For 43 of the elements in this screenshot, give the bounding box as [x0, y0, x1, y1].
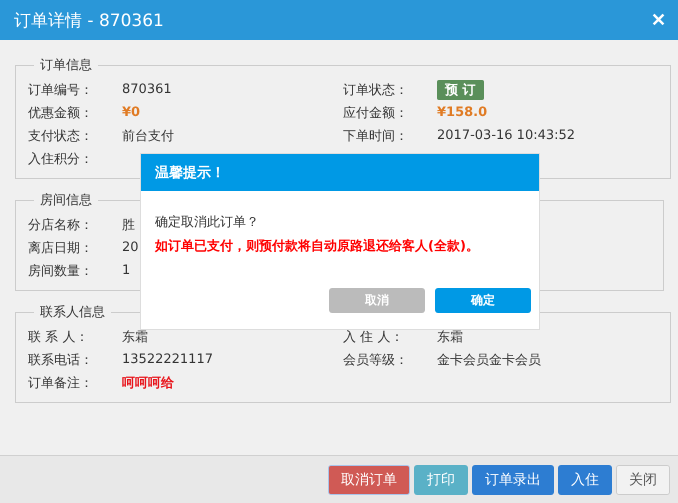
field-label: 分店名称：	[28, 216, 94, 234]
field-label: 离店日期：	[28, 240, 94, 256]
field-value: 呵呵呵给	[122, 374, 174, 392]
action-button[interactable]: 订单录出	[472, 464, 554, 494]
field-value: 东霜	[437, 328, 463, 346]
field-value: 金卡会员金卡会员	[437, 352, 541, 368]
field-value: 东霜	[122, 328, 148, 346]
dialog-message: 确定取消此订单？	[155, 214, 260, 231]
field-value: 870361	[122, 82, 172, 97]
warning-message: 如订单已支付，则预付款将自动原路退还给客人(全款)。	[155, 238, 480, 255]
dialog-title: 温馨提示！	[155, 164, 225, 182]
action-button[interactable]: 入住	[558, 464, 612, 494]
field-value: ¥158.0	[437, 105, 488, 120]
close-button[interactable]: ✕	[649, 9, 668, 31]
field-value: 2017-03-16 10:43:52	[437, 128, 576, 143]
field-value: 1	[122, 263, 130, 278]
field-value: 20	[122, 240, 139, 255]
cancel-order-button[interactable]: 取消订单	[328, 464, 410, 494]
field-value: 前台支付	[122, 128, 174, 144]
field-value: 13522221117	[122, 352, 213, 367]
field-label: 联系电话：	[28, 352, 94, 368]
section-title: 联系人信息	[39, 304, 106, 321]
action-button[interactable]: 关闭	[616, 464, 670, 494]
field-label: 支付状态：	[28, 128, 94, 144]
section-title: 房间信息	[39, 192, 93, 209]
field-value: 胜	[122, 216, 135, 234]
field-value: ¥0	[122, 105, 140, 120]
field-label: 订单编号：	[28, 82, 94, 98]
window-title: 订单详情 - 870361	[14, 10, 164, 32]
field-label: 下单时间：	[343, 128, 409, 144]
field-label: 入 住 人：	[343, 328, 404, 346]
field-label: 订单状态：	[343, 82, 409, 98]
field-label: 会员等级：	[343, 352, 409, 368]
field-label: 联 系 人：	[28, 328, 90, 346]
field-label: 入住积分：	[28, 150, 94, 168]
field-label: 优惠金额：	[28, 104, 94, 122]
action-button[interactable]: 打印	[414, 464, 468, 494]
field-label: 订单备注：	[28, 374, 94, 392]
field-label: 房间数量：	[28, 262, 94, 280]
status-badge: 预 订	[437, 80, 484, 100]
section-title: 订单信息	[39, 57, 93, 74]
confirm-button[interactable]: 确定	[435, 288, 531, 313]
field-label: 应付金额：	[343, 104, 409, 122]
